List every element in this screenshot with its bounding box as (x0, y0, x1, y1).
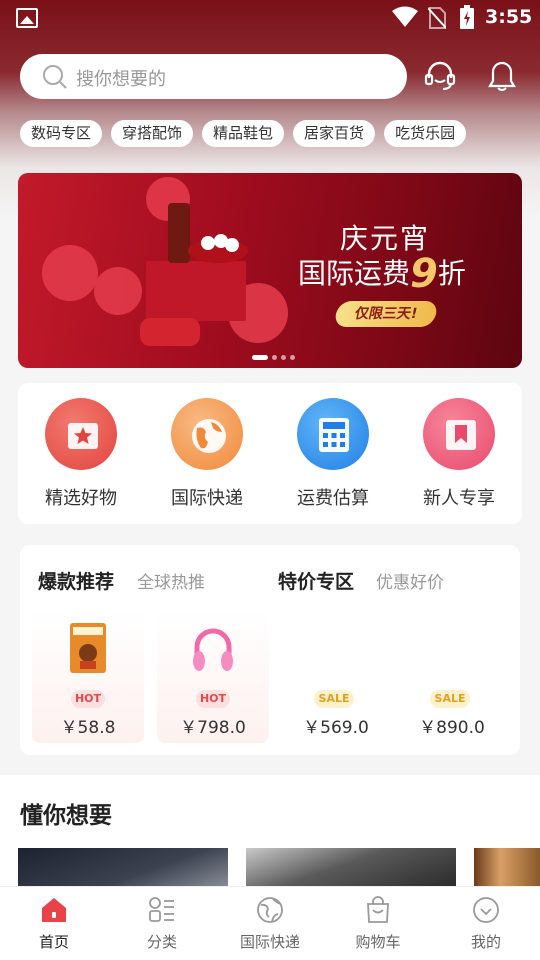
status-bar: 3:55 (0, 0, 540, 36)
service-intl-express[interactable]: 国际快递 (162, 398, 252, 510)
home-icon (42, 898, 66, 922)
hot-badge: HOT (196, 690, 230, 708)
sale-section-subtitle: 优惠好价 (376, 573, 444, 593)
hot-badge: HOT (71, 690, 105, 708)
service-shipping-estimate[interactable]: 运费估算 (288, 398, 378, 510)
hot-section-title[interactable]: 爆款推荐 (38, 567, 114, 594)
service-label: 精选好物 (45, 488, 117, 509)
bookmark-icon (423, 398, 495, 470)
nav-label: 国际快递 (239, 933, 300, 951)
banner-limited-pill: 仅限三天! (333, 301, 439, 327)
carousel-dots (252, 355, 295, 360)
carousel-dot[interactable] (281, 355, 286, 360)
product-price: ￥58.8 (60, 718, 116, 738)
service-featured[interactable]: 精选好物 (36, 398, 126, 510)
wifi-icon (392, 6, 418, 27)
status-time: 3:55 (485, 6, 533, 28)
carousel-dot[interactable] (252, 355, 268, 360)
nav-label: 购物车 (355, 933, 401, 951)
image-notification-icon (16, 8, 38, 28)
calculator-icon (297, 398, 369, 470)
customer-service-icon[interactable] (422, 58, 458, 94)
feed-item-image[interactable] (246, 848, 456, 888)
banner-subtitle: 国际运费9折 (298, 251, 466, 297)
sale-badge: SALE (430, 690, 470, 708)
nav-label: 分类 (146, 933, 177, 951)
feed-item-image[interactable] (18, 848, 228, 888)
sale-badge: SALE (314, 690, 354, 708)
carousel-dot[interactable] (272, 355, 277, 360)
product-card[interactable]: HOT ￥798.0 (157, 610, 269, 743)
no-sim-icon (428, 7, 446, 29)
product-price: ￥569.0 (303, 718, 369, 738)
search-bar[interactable]: 搜你想要的 (20, 54, 407, 99)
snack-bag-image (70, 623, 106, 673)
sale-section-title[interactable]: 特价专区 (278, 567, 354, 594)
nav-category[interactable]: 分类 (117, 895, 207, 952)
headphones-image (193, 628, 233, 671)
star-card-icon (45, 398, 117, 470)
tag-home[interactable]: 居家百货 (293, 120, 376, 147)
profile-icon (473, 897, 499, 923)
notification-bell-icon[interactable] (484, 58, 520, 94)
service-label: 新人专享 (423, 488, 495, 509)
recommend-card: 爆款推荐 全球热推 特价专区 优惠好价 HOT ￥58.8 HOT ￥798.0… (20, 545, 520, 755)
tag-digital[interactable]: 数码专区 (20, 120, 103, 147)
category-icon (149, 897, 174, 922)
product-card[interactable]: SALE ￥890.0 (396, 610, 508, 743)
globe-icon (171, 398, 243, 470)
carousel-dot[interactable] (290, 355, 295, 360)
product-price: ￥890.0 (419, 718, 485, 738)
service-grid: 精选好物 国际快递 运费估算 新人专享 (18, 383, 522, 524)
globe-icon (257, 897, 283, 923)
search-input[interactable]: 搜你想要的 (76, 65, 166, 91)
category-tags: 数码专区 穿搭配饰 精品鞋包 居家百货 吃货乐园 (20, 120, 467, 148)
bottom-navigation: 首页 分类 国际快递 购物车 我的 (0, 886, 540, 960)
tag-fashion[interactable]: 穿搭配饰 (111, 120, 194, 147)
nav-label: 首页 (38, 933, 69, 951)
service-label: 国际快递 (171, 488, 243, 509)
product-card[interactable]: HOT ￥58.8 (32, 610, 144, 743)
hot-section-subtitle: 全球热推 (137, 573, 205, 593)
search-icon (43, 65, 67, 89)
nav-home[interactable]: 首页 (9, 895, 99, 952)
feed-item-image[interactable] (474, 848, 540, 888)
promo-banner[interactable]: 庆元宵 国际运费9折 仅限三天! (18, 173, 522, 368)
tag-food[interactable]: 吃货乐园 (384, 120, 467, 147)
nav-profile[interactable]: 我的 (441, 895, 531, 952)
bag-icon (367, 896, 389, 923)
tag-shoes-bags[interactable]: 精品鞋包 (202, 120, 285, 147)
service-label: 运费估算 (297, 488, 369, 509)
nav-intl-express[interactable]: 国际快递 (225, 895, 315, 952)
product-card[interactable]: SALE ￥569.0 (280, 610, 392, 743)
nav-cart[interactable]: 购物车 (333, 895, 423, 952)
battery-charging-icon (460, 5, 474, 29)
banner-illustration (42, 177, 288, 346)
product-price: ￥798.0 (180, 718, 246, 738)
nav-label: 我的 (470, 933, 501, 951)
feed-title: 懂你想要 (20, 803, 112, 829)
service-newcomer[interactable]: 新人专享 (414, 398, 504, 510)
